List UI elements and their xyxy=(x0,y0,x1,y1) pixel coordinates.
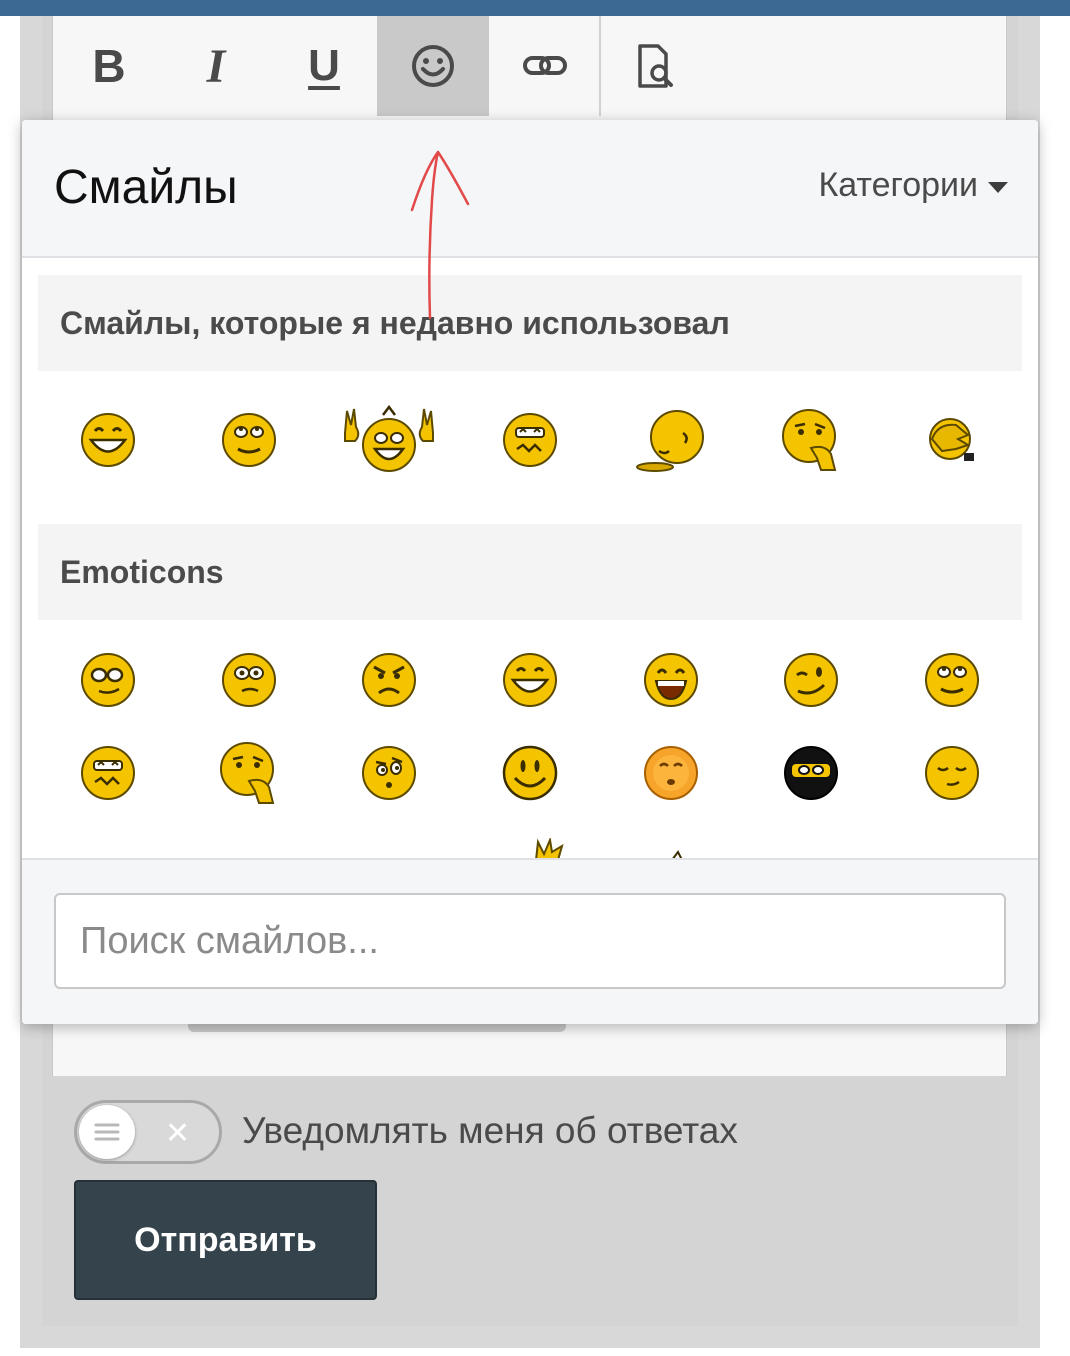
categories-label: Категории xyxy=(818,166,978,204)
smilie-search-input[interactable] xyxy=(54,893,1006,989)
biggrin-smiley-icon xyxy=(503,653,558,707)
smilie-sleepy[interactable] xyxy=(600,400,741,480)
smilies-panel: Смайлы Категории Смайлы, которые я недав… xyxy=(22,120,1038,1024)
smilie-roll-eyes[interactable] xyxy=(179,400,320,480)
emoticons-row-1 xyxy=(38,647,1022,713)
smilie-cheer[interactable] xyxy=(319,400,460,480)
partial-smilie-row xyxy=(534,838,683,860)
italic-button[interactable]: I xyxy=(160,16,272,116)
smilie-confused[interactable] xyxy=(38,740,179,806)
smilie-laugh[interactable] xyxy=(600,647,741,713)
preview-icon xyxy=(638,44,673,88)
eek-smiley-icon xyxy=(221,653,276,707)
facepalm-smiley-icon xyxy=(928,418,974,461)
smilie-roll-eyes[interactable] xyxy=(881,647,1022,713)
smilie-blush[interactable] xyxy=(600,740,741,806)
notify-toggle[interactable]: ✕ xyxy=(74,1100,222,1164)
smilie-thinking[interactable] xyxy=(741,400,882,480)
smilies-panel-header: Смайлы Категории xyxy=(22,120,1038,258)
angry-smiley-icon xyxy=(362,653,417,707)
cool-smiley-icon xyxy=(81,653,136,707)
smilie-sleep[interactable] xyxy=(881,740,1022,806)
smilie-facepalm[interactable] xyxy=(881,400,1022,480)
notify-label: Уведомлять меня об ответах xyxy=(242,1110,738,1151)
grin-smiley-icon xyxy=(81,413,136,467)
link-icon xyxy=(523,56,567,75)
underline-button[interactable]: U xyxy=(268,16,380,116)
smilie-ninja[interactable] xyxy=(741,740,882,806)
confused-smiley-icon xyxy=(81,746,136,800)
link-button[interactable] xyxy=(489,16,601,116)
smilie-raised-eyebrow[interactable] xyxy=(319,740,460,806)
roll-eyes-smiley-icon xyxy=(924,653,979,707)
blush-smiley-icon xyxy=(643,746,698,800)
smilies-button[interactable] xyxy=(377,16,489,116)
menu-lines-icon xyxy=(94,1123,120,1141)
smilies-panel-title: Смайлы xyxy=(54,161,238,214)
close-icon: ✕ xyxy=(165,1117,191,1150)
laugh-smiley-icon xyxy=(643,653,698,707)
ninja-smiley-icon xyxy=(784,746,839,800)
cheer-smiley-icon xyxy=(344,405,435,472)
smilie-confused[interactable] xyxy=(460,400,601,480)
smilie-eek[interactable] xyxy=(179,647,320,713)
underline-label: U xyxy=(308,41,340,90)
smilie-smile[interactable] xyxy=(460,740,601,806)
toggle-knob xyxy=(79,1105,135,1159)
smilie-angry[interactable] xyxy=(319,647,460,713)
recent-smilies-row xyxy=(38,400,1022,480)
roll-eyes-smiley-icon xyxy=(221,413,276,467)
emoticons-heading: Emoticons xyxy=(38,524,1022,620)
raised-eyebrow-smiley-icon xyxy=(362,746,417,800)
smiley-icon xyxy=(412,45,454,87)
bold-label: B xyxy=(92,40,126,92)
smilie-biggrin[interactable] xyxy=(460,647,601,713)
confused-smiley-icon xyxy=(503,413,558,467)
sleep-smiley-icon xyxy=(924,746,979,800)
categories-dropdown[interactable]: Категории xyxy=(818,166,1008,205)
smile-smiley-icon xyxy=(502,745,558,801)
caret-down-icon xyxy=(988,181,1008,193)
preview-button[interactable] xyxy=(600,16,712,116)
top-bar xyxy=(0,0,1070,16)
wink-smiley-icon xyxy=(784,653,839,707)
smilie-cool[interactable] xyxy=(38,647,179,713)
thinking-smiley-icon xyxy=(782,409,837,471)
italic-label: I xyxy=(206,39,226,93)
smilie-thinking[interactable] xyxy=(179,740,320,806)
smilie-grin[interactable] xyxy=(38,400,179,480)
bold-button[interactable]: B xyxy=(53,16,165,116)
emoticons-row-2 xyxy=(38,740,1022,806)
recent-smilies-heading: Смайлы, которые я недавно использовал xyxy=(38,275,1022,371)
thinking-smiley-icon xyxy=(219,742,275,804)
smilie-wink[interactable] xyxy=(741,647,882,713)
sleepy-smiley-icon xyxy=(635,410,704,472)
submit-button[interactable]: Отправить xyxy=(74,1180,377,1300)
smilies-panel-footer xyxy=(22,858,1038,1024)
